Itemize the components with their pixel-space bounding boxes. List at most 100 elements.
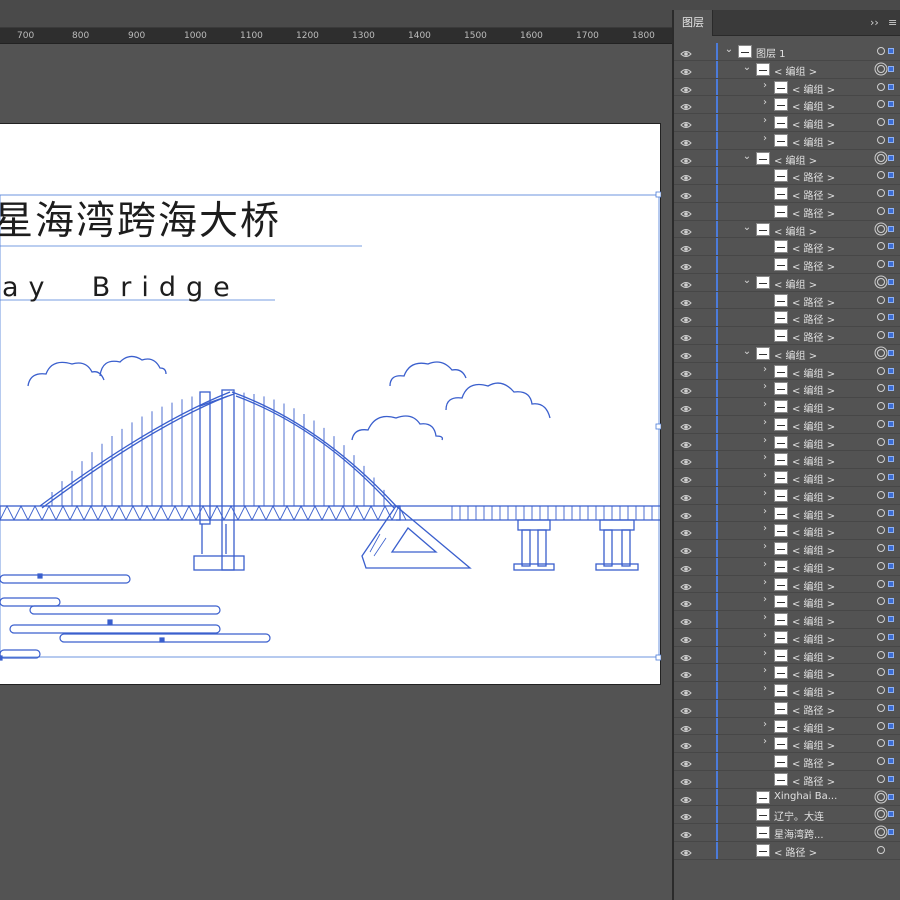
visibility-eye-icon[interactable] (680, 844, 692, 856)
target-circle-icon[interactable] (877, 313, 885, 322)
selection-indicator[interactable] (888, 278, 894, 285)
target-circle-icon[interactable] (877, 206, 885, 215)
target-circle-icon[interactable] (877, 331, 885, 339)
target-circle-icon[interactable] (877, 189, 885, 197)
selection-indicator[interactable] (888, 562, 894, 569)
visibility-eye-icon[interactable] (680, 116, 692, 128)
target-circle-icon[interactable] (877, 384, 885, 393)
layer-name[interactable]: < 编组 > (792, 365, 835, 380)
layer-row[interactable]: < 路径 > (674, 841, 900, 860)
selection-indicator[interactable] (888, 509, 894, 516)
layer-name[interactable]: < 路径 > (792, 169, 835, 184)
layer-row[interactable]: < 路径 > (674, 327, 900, 345)
visibility-eye-icon[interactable] (680, 169, 692, 182)
visibility-eye-icon[interactable] (680, 542, 692, 554)
visibility-eye-icon[interactable] (680, 223, 692, 235)
layer-row[interactable]: › < 编组 > (674, 628, 900, 647)
layer-name[interactable]: < 编组 > (792, 81, 835, 96)
collapse-panel-button[interactable]: ›› (870, 10, 879, 36)
layer-row[interactable]: › < 编组 > (674, 575, 900, 594)
selection-indicator[interactable] (888, 474, 894, 480)
horizontal-ruler[interactable]: 700 800 900 1000 1100 1200 1300 1400 150… (0, 28, 672, 44)
selection-indicator[interactable] (888, 793, 894, 800)
visibility-eye-icon[interactable] (680, 666, 692, 679)
selection-indicator[interactable] (888, 349, 894, 356)
artboard[interactable]: 星海湾跨海大桥 ay Bridge (0, 123, 661, 685)
chevron-right-icon[interactable]: › (760, 470, 770, 481)
layer-name[interactable]: < 路径 > (792, 311, 835, 326)
visibility-eye-icon[interactable] (680, 507, 692, 519)
layer-name[interactable]: < 编组 > (792, 613, 835, 628)
target-circle-icon[interactable] (877, 792, 885, 801)
layer-row[interactable]: ⌄ < 编组 > (674, 60, 900, 79)
layer-row[interactable]: › < 编组 > (674, 593, 900, 611)
layer-name[interactable]: < 编组 > (774, 152, 817, 167)
visibility-eye-icon[interactable] (680, 258, 692, 270)
visibility-eye-icon[interactable] (680, 311, 692, 324)
target-circle-icon[interactable] (877, 437, 885, 446)
target-circle-icon[interactable] (877, 703, 885, 712)
visibility-eye-icon[interactable] (680, 418, 692, 430)
target-circle-icon[interactable] (877, 828, 885, 836)
layer-name[interactable]: < 编组 > (792, 649, 835, 664)
layer-name[interactable]: < 编组 > (792, 737, 835, 752)
layer-name[interactable]: < 编组 > (792, 471, 835, 486)
layer-name[interactable]: < 路径 > (792, 294, 835, 309)
chevron-right-icon[interactable]: › (760, 683, 770, 694)
layer-row[interactable]: 星海湾跨... (674, 824, 900, 842)
layer-row[interactable]: Xinghai Ba... (674, 788, 900, 807)
target-circle-icon[interactable] (877, 135, 885, 144)
chevron-right-icon[interactable]: › (760, 115, 770, 126)
visibility-eye-icon[interactable] (680, 613, 692, 625)
target-circle-icon[interactable] (877, 100, 885, 109)
layer-row[interactable]: › < 编组 > (674, 131, 900, 150)
chevron-right-icon[interactable]: › (760, 80, 770, 91)
visibility-eye-icon[interactable] (680, 808, 692, 821)
chevron-down-icon[interactable]: ⌄ (742, 222, 752, 233)
visibility-eye-icon[interactable] (680, 453, 692, 466)
selection-indicator[interactable] (888, 456, 894, 463)
chevron-right-icon[interactable]: › (760, 736, 770, 747)
selection-indicator[interactable] (888, 775, 894, 782)
layer-row[interactable]: < 路径 > (674, 202, 900, 221)
chevron-down-icon[interactable]: ⌄ (742, 151, 752, 162)
layer-row[interactable]: › < 编组 > (674, 380, 900, 398)
visibility-eye-icon[interactable] (680, 595, 692, 608)
layer-row[interactable]: ⌄ 图层 1 (674, 43, 900, 61)
layer-name[interactable]: Xinghai Ba... (774, 791, 837, 802)
target-circle-icon[interactable] (877, 650, 885, 659)
visibility-eye-icon[interactable] (680, 63, 692, 75)
chevron-right-icon[interactable]: › (760, 97, 770, 108)
layer-name[interactable]: < 路径 > (792, 773, 835, 788)
selection-indicator[interactable] (888, 527, 894, 534)
chevron-right-icon[interactable]: › (760, 452, 770, 463)
target-circle-icon[interactable] (877, 277, 885, 286)
chevron-right-icon[interactable]: › (760, 506, 770, 517)
target-circle-icon[interactable] (877, 508, 885, 517)
target-circle-icon[interactable] (877, 118, 885, 126)
selection-indicator[interactable] (888, 704, 894, 711)
selection-indicator[interactable] (888, 190, 894, 196)
layer-name[interactable]: < 路径 > (792, 187, 835, 202)
chevron-right-icon[interactable]: › (760, 541, 770, 552)
visibility-eye-icon[interactable] (680, 365, 692, 377)
selection-indicator[interactable] (888, 367, 894, 374)
selection-indicator[interactable] (888, 722, 894, 729)
target-circle-icon[interactable] (877, 295, 885, 304)
visibility-eye-icon[interactable] (680, 649, 692, 661)
layer-name[interactable]: < 编组 > (792, 400, 835, 415)
visibility-eye-icon[interactable] (680, 134, 692, 146)
selection-indicator[interactable] (888, 101, 894, 108)
layer-name[interactable]: < 编组 > (792, 453, 835, 468)
layer-name[interactable]: < 编组 > (774, 223, 817, 238)
selection-indicator[interactable] (888, 740, 894, 747)
target-circle-icon[interactable] (877, 597, 885, 606)
layer-name[interactable]: < 路径 > (792, 329, 835, 344)
layer-name[interactable]: < 路径 > (792, 258, 835, 273)
artwork-title-cn[interactable]: 星海湾跨海大桥 (0, 190, 281, 246)
target-circle-icon[interactable] (877, 721, 885, 730)
visibility-eye-icon[interactable] (680, 240, 692, 253)
layer-name[interactable]: < 编组 > (792, 666, 835, 681)
target-circle-icon[interactable] (877, 579, 885, 588)
layer-row[interactable]: < 路径 > (674, 753, 900, 771)
